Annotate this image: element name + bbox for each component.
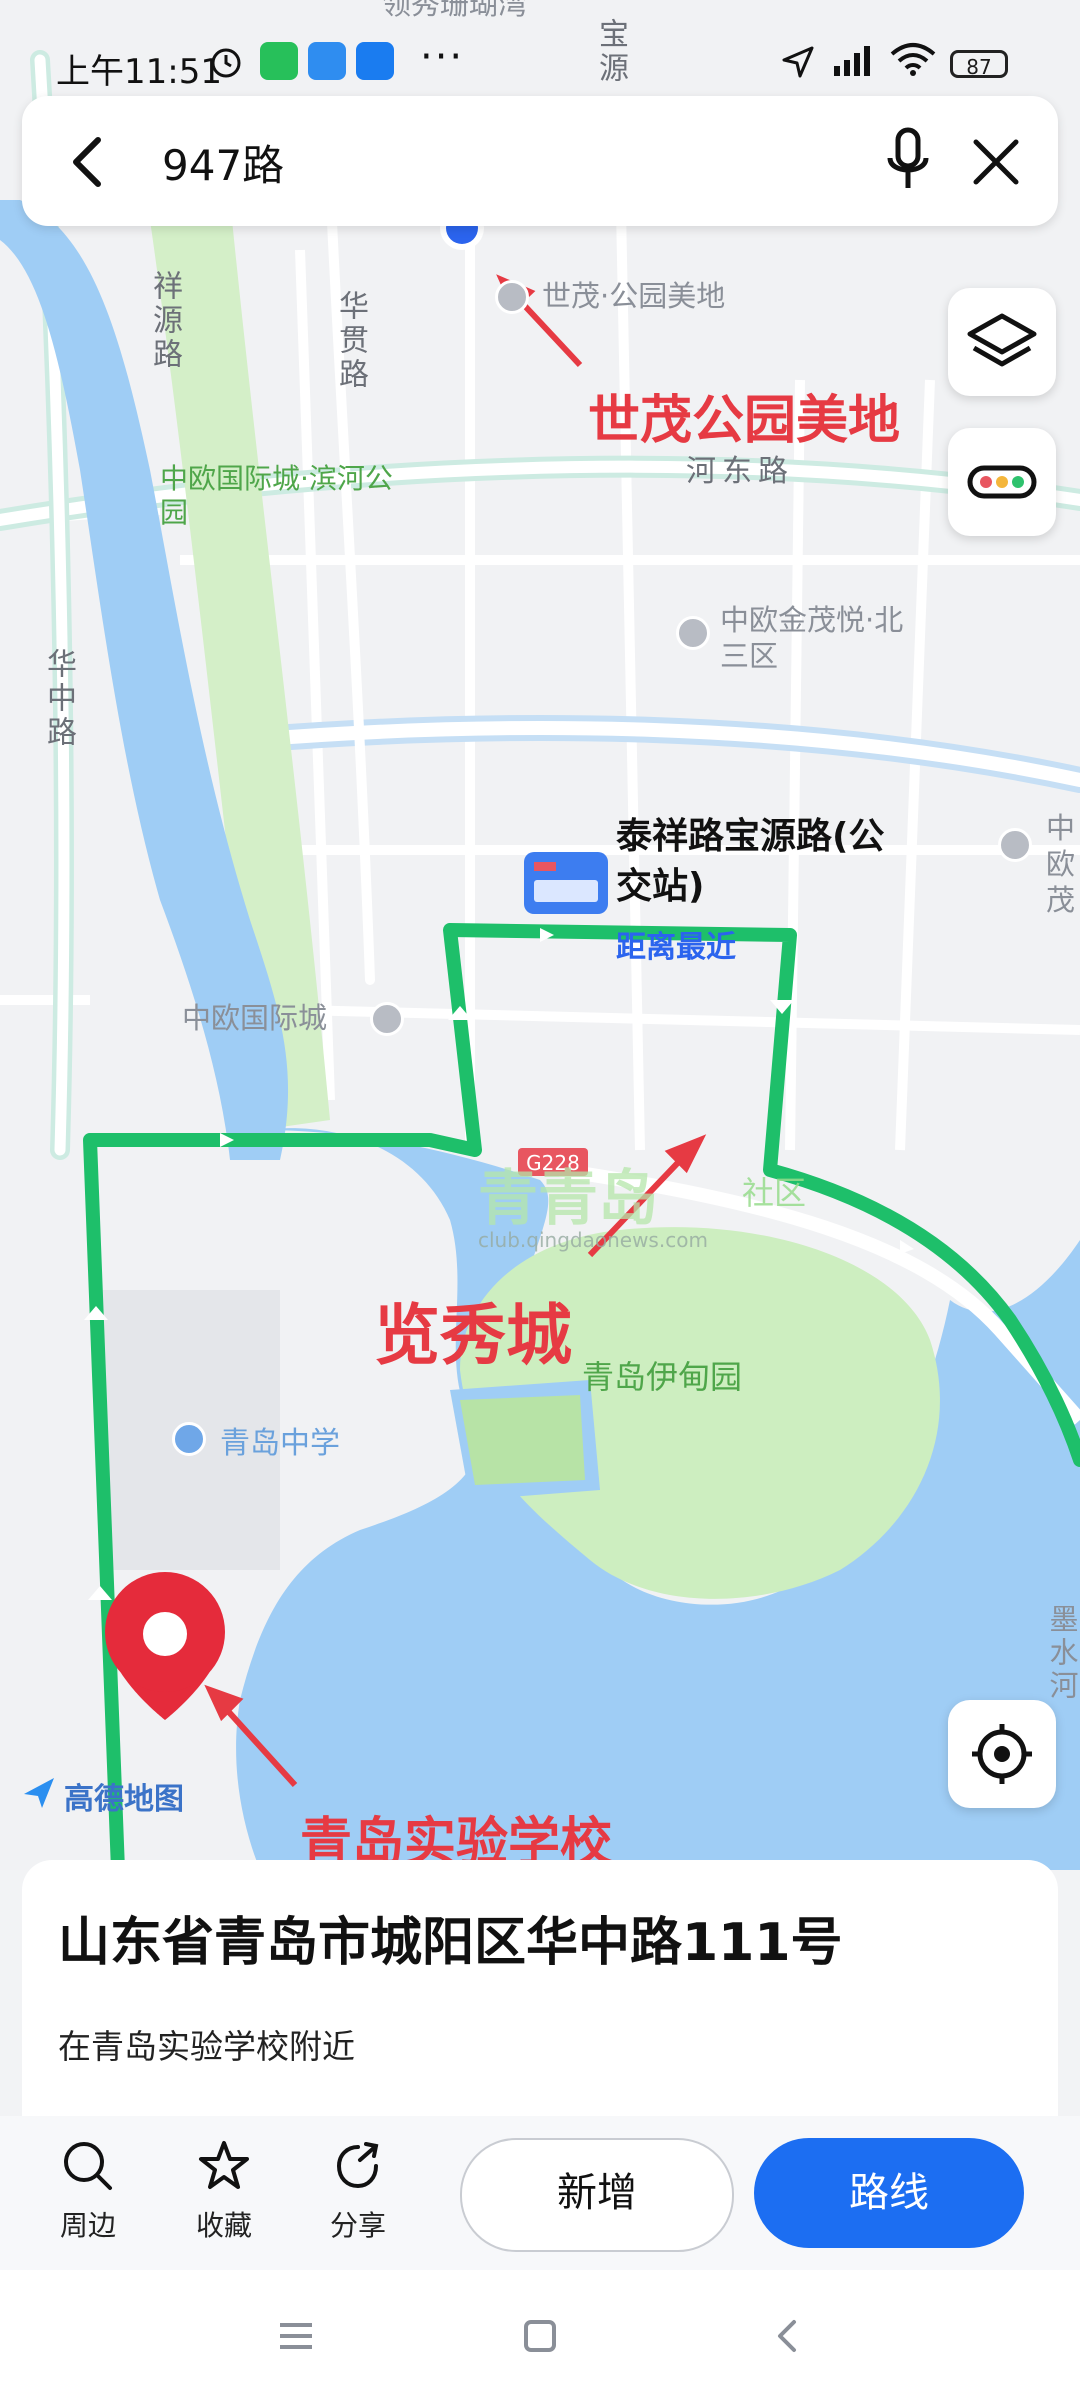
search-query[interactable]: 947路 — [162, 132, 284, 193]
action-bar: 周边 收藏 分享 新增 路线 — [0, 2116, 1080, 2270]
watermark-suffix: 社区 — [742, 1174, 807, 1212]
amap-logo-text: 高德地图 — [64, 1782, 184, 1817]
home-icon[interactable] — [520, 2316, 560, 2356]
microphone-icon[interactable] — [882, 126, 934, 196]
system-nav-bar — [0, 2270, 1080, 2400]
share-label: 分享 — [329, 2209, 386, 2242]
signal-icon — [834, 46, 870, 76]
search-bar[interactable]: 947路 — [22, 96, 1058, 226]
search-icon — [64, 2142, 112, 2190]
share-button[interactable]: 分享 — [308, 2138, 408, 2244]
alarm-icon — [211, 48, 241, 78]
alipay-icon — [356, 42, 394, 80]
more-notifications-icon: ··· — [420, 34, 465, 80]
location-arrow-icon — [782, 46, 814, 78]
place-jinmaoyue[interactable]: 中欧金茂悦·北三区 — [720, 602, 910, 674]
address-title: 山东省青岛市城阳区华中路111号 — [58, 1913, 843, 1973]
status-time: 上午11:51 — [56, 52, 222, 92]
watermark-url: club.qingdaonews.com — [478, 1228, 708, 1252]
nearby-button[interactable]: 周边 — [38, 2138, 138, 2244]
favorite-label: 收藏 — [195, 2209, 252, 2242]
locate-icon — [972, 1724, 1032, 1784]
place-detail-sheet[interactable]: 山东省青岛市城阳区华中路111号 在青岛实验学校附近 — [22, 1860, 1058, 2120]
bus-stop-icon[interactable] — [524, 852, 608, 914]
share-icon — [336, 2142, 379, 2189]
place-eden-park[interactable]: 青岛伊甸园 — [582, 1360, 742, 1394]
amap-logo-icon — [22, 1776, 56, 1810]
cloud-icon — [308, 42, 346, 80]
menu-icon[interactable] — [276, 2316, 316, 2356]
place-moshuihe: 墨水河 — [1045, 1604, 1079, 1703]
place-zhongou-park[interactable]: 中欧国际城·滨河公园 — [160, 462, 400, 530]
traffic-button[interactable] — [948, 428, 1056, 536]
locate-button[interactable] — [948, 1700, 1056, 1808]
road-label-huaguan: 华贯路 — [333, 290, 368, 392]
close-icon[interactable] — [966, 132, 1026, 192]
annotation-lanxiucheng: 览秀城 — [374, 1297, 572, 1374]
nearby-description: 在青岛实验学校附近 — [58, 2027, 355, 2066]
back-nav-icon[interactable] — [768, 2316, 808, 2356]
place-qingdao-school[interactable]: 青岛中学 — [220, 1418, 340, 1462]
map-canvas[interactable]: G228 祥源路 华贯路 华中路 河东路 宝源 世茂·公园美地 中欧国际城·滨河… — [0, 0, 1080, 1870]
watermark-brand: 青青岛 — [478, 1164, 658, 1234]
bus-stop-tag: 距离最近 — [616, 930, 736, 965]
place-zhongou-city[interactable]: 中欧国际城 — [182, 1000, 327, 1036]
back-icon[interactable] — [62, 132, 118, 192]
nearby-label: 周边 — [59, 2209, 116, 2242]
star-icon — [199, 2141, 249, 2189]
place-shimao[interactable]: 世茂·公园美地 — [542, 278, 725, 314]
wechat-icon — [260, 42, 298, 80]
bus-stop-name[interactable]: 泰祥路宝源路(公交站) — [616, 812, 916, 912]
poi-icon — [495, 280, 529, 314]
layers-icon — [967, 313, 1037, 367]
road-label-huazhong: 华中路 — [41, 648, 76, 750]
school-icon — [172, 1422, 206, 1456]
wifi-icon — [890, 43, 936, 76]
layers-button[interactable] — [948, 288, 1056, 396]
place-zhongoumao: 中欧茂 — [1046, 811, 1076, 917]
battery-indicator: 87 — [950, 50, 1008, 79]
favorite-button[interactable]: 收藏 — [174, 2138, 274, 2244]
road-label-xiangyuan: 祥源路 — [147, 270, 182, 372]
poi-icon — [370, 1002, 404, 1036]
poi-icon — [998, 828, 1032, 862]
add-button[interactable]: 新增 — [460, 2138, 734, 2252]
route-button[interactable]: 路线 — [754, 2138, 1024, 2248]
annotation-shimao: 世茂公园美地 — [588, 391, 901, 451]
poi-icon — [676, 616, 710, 650]
traffic-light-icon — [967, 465, 1037, 499]
